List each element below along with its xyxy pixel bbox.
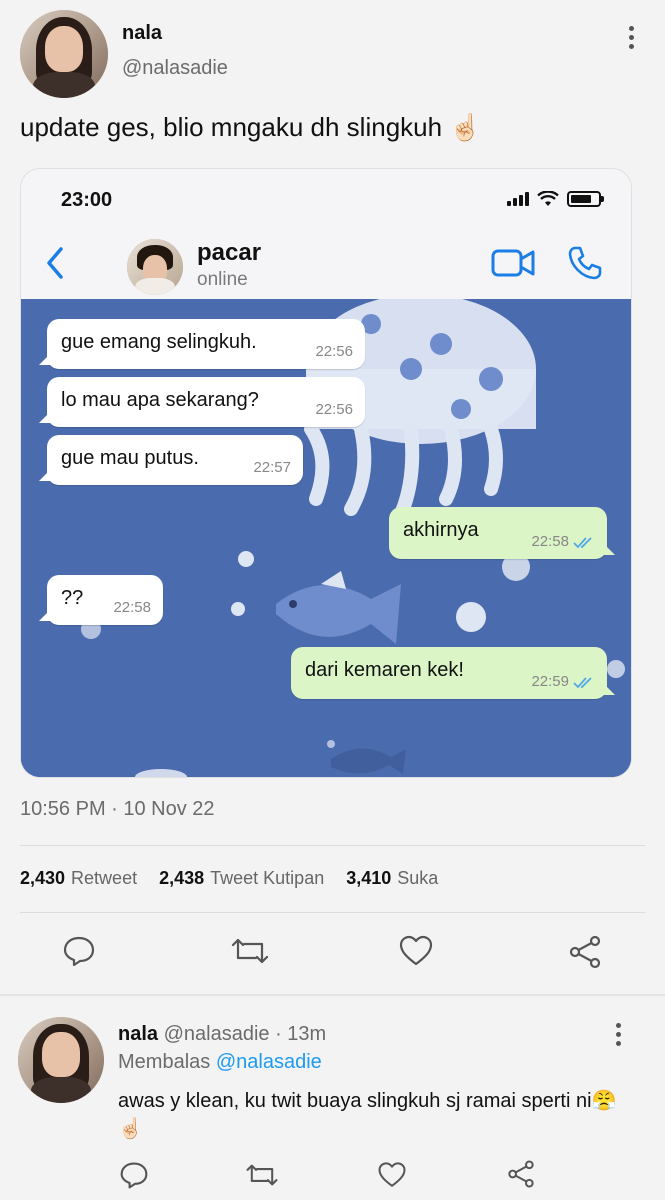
reply-icon[interactable]: [62, 934, 96, 968]
wifi-icon: [537, 191, 559, 206]
read-ticks-icon: [573, 537, 592, 549]
message-text: ??: [61, 587, 84, 609]
message-time: 22:56: [315, 343, 353, 360]
message-out-2[interactable]: dari kemaren kek! 22:59: [291, 647, 607, 699]
replying-label: Membalas: [118, 1051, 211, 1073]
reply-text: awas y klean, ku twit buaya slingkuh sj …: [118, 1090, 617, 1140]
message-in-4[interactable]: ?? 22:58: [47, 575, 163, 625]
message-in-1[interactable]: gue emang selingkuh. 22:56: [47, 319, 365, 369]
share-icon[interactable]: [506, 1159, 536, 1189]
more-vertical-icon[interactable]: [625, 26, 637, 50]
message-time: 22:56: [315, 401, 353, 418]
reply-icon[interactable]: [119, 1160, 149, 1190]
message-text: gue emang selingkuh.: [61, 331, 257, 353]
likes-stat[interactable]: 3,410 Suka: [346, 868, 438, 889]
signal-icon: [507, 192, 529, 206]
tweet-header: nala @nalasadie: [20, 10, 645, 100]
replying-to-line: Membalas @nalasadie: [118, 1051, 322, 1074]
message-text: gue mau putus.: [61, 447, 199, 469]
more-vertical-icon[interactable]: [612, 1023, 624, 1047]
message-time: 22:58: [531, 533, 569, 550]
video-call-icon[interactable]: [491, 247, 537, 279]
divider: [20, 845, 645, 846]
reply-author-name[interactable]: nala: [118, 1023, 158, 1045]
like-icon[interactable]: [377, 1160, 407, 1190]
back-chevron-icon[interactable]: [43, 245, 67, 281]
likes-label: Suka: [397, 868, 439, 888]
retweet-icon[interactable]: [230, 934, 270, 968]
replying-handle-link[interactable]: @nalasadie: [216, 1051, 322, 1073]
likes-count: 3,410: [346, 868, 392, 888]
message-in-3[interactable]: gue mau putus. 22:57: [47, 435, 303, 485]
divider: [0, 994, 665, 996]
phone-call-icon[interactable]: [567, 245, 603, 281]
retweets-label: Retweet: [71, 868, 138, 888]
battery-icon: [567, 191, 604, 207]
share-icon[interactable]: [567, 934, 603, 970]
tweet-timestamp: 10:56 PM · 10 Nov 22: [20, 798, 215, 820]
contact-name: pacar: [197, 239, 262, 266]
like-icon[interactable]: [398, 934, 434, 968]
quotes-label: Tweet Kutipan: [210, 868, 325, 888]
retweet-icon[interactable]: [245, 1160, 279, 1190]
author-avatar[interactable]: [20, 10, 108, 98]
retweets-count: 2,430: [20, 868, 66, 888]
message-in-2[interactable]: lo mau apa sekarang? 22:56: [47, 377, 365, 427]
chat-header: pacar online: [21, 229, 631, 299]
contact-status: online: [197, 269, 248, 290]
reply-tweet[interactable]: nala @nalasadie · 13m Membalas @nalasadi…: [18, 1015, 648, 1195]
author-handle[interactable]: @nalasadie: [122, 57, 228, 80]
quotes-stat[interactable]: 2,438 Tweet Kutipan: [159, 868, 324, 889]
message-time: 22:59: [531, 673, 569, 690]
reply-meta: @nalasadie · 13m: [163, 1023, 327, 1045]
author-name[interactable]: nala: [122, 22, 162, 45]
tweet-stats: 2,430 Retweet 2,438 Tweet Kutipan 3,410 Suk…: [20, 868, 438, 889]
phone-status-bar: 23:00: [21, 169, 631, 229]
status-time: 23:00: [61, 189, 113, 211]
message-text: lo mau apa sekarang?: [61, 389, 259, 411]
chat-screenshot-image[interactable]: 23:00 pacar online gue emang selingkuh. …: [20, 168, 632, 778]
contact-avatar[interactable]: [127, 239, 183, 295]
tweet-text: update ges, blio mngaku dh slingkuh ☝🏻: [20, 112, 482, 142]
retweets-stat[interactable]: 2,430 Retweet: [20, 868, 137, 889]
reply-author-avatar[interactable]: [18, 1017, 104, 1103]
divider: [20, 912, 645, 913]
message-out-1[interactable]: akhirnya 22:58: [389, 507, 607, 559]
message-time: 22:58: [113, 599, 151, 616]
reply-author-line: nala @nalasadie · 13m: [118, 1023, 326, 1046]
message-text: akhirnya: [403, 519, 479, 541]
quotes-count: 2,438: [159, 868, 205, 888]
chat-area: gue emang selingkuh. 22:56 lo mau apa se…: [21, 299, 631, 777]
message-text: dari kemaren kek!: [305, 659, 464, 681]
message-time: 22:57: [253, 459, 291, 476]
read-ticks-icon: [573, 677, 592, 689]
